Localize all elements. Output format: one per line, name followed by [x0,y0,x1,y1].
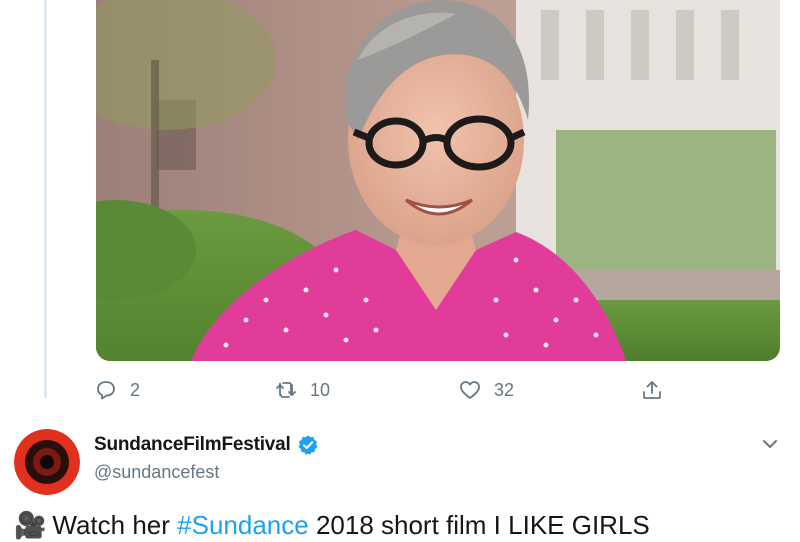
chevron-down-icon[interactable] [760,434,780,454]
like-count: 32 [494,379,515,400]
share-icon [643,381,661,399]
portrait-photo-image [96,0,780,361]
verified-badge-icon [298,435,318,455]
sundance-logo-icon [14,429,80,495]
sundance-avatar[interactable] [14,429,80,495]
retweet-button[interactable]: 10 [274,375,330,405]
tweet-author: SundanceFilmFestival @sundancefest [94,434,319,483]
reply-button[interactable]: 2 [94,375,140,405]
tweet-text-end: 2018 short film I LIKE GIRLS [315,510,650,540]
tweet-action-bar: 2 10 32 [94,375,674,405]
tweet-text: 🎥 Watch her #Sundance 2018 short film I L… [14,508,794,542]
retweet-icon [276,382,296,398]
reply-icon [97,381,115,400]
hashtag-link[interactable]: #Sundance [177,510,309,540]
share-button[interactable] [640,375,676,405]
tweet-photo[interactable] [96,0,780,361]
reply-count: 2 [130,379,141,400]
heart-icon [460,381,480,399]
movie-camera-emoji: 🎥 [14,510,47,540]
author-handle[interactable]: @sundancefest [94,462,319,483]
author-display-name-text: SundanceFilmFestival [94,434,291,455]
tweet-text-start: Watch her [52,510,170,540]
retweet-count: 10 [310,379,331,400]
thread-connector-line [44,0,47,398]
author-display-name[interactable]: SundanceFilmFestival [94,434,319,456]
like-button[interactable]: 32 [458,375,514,405]
